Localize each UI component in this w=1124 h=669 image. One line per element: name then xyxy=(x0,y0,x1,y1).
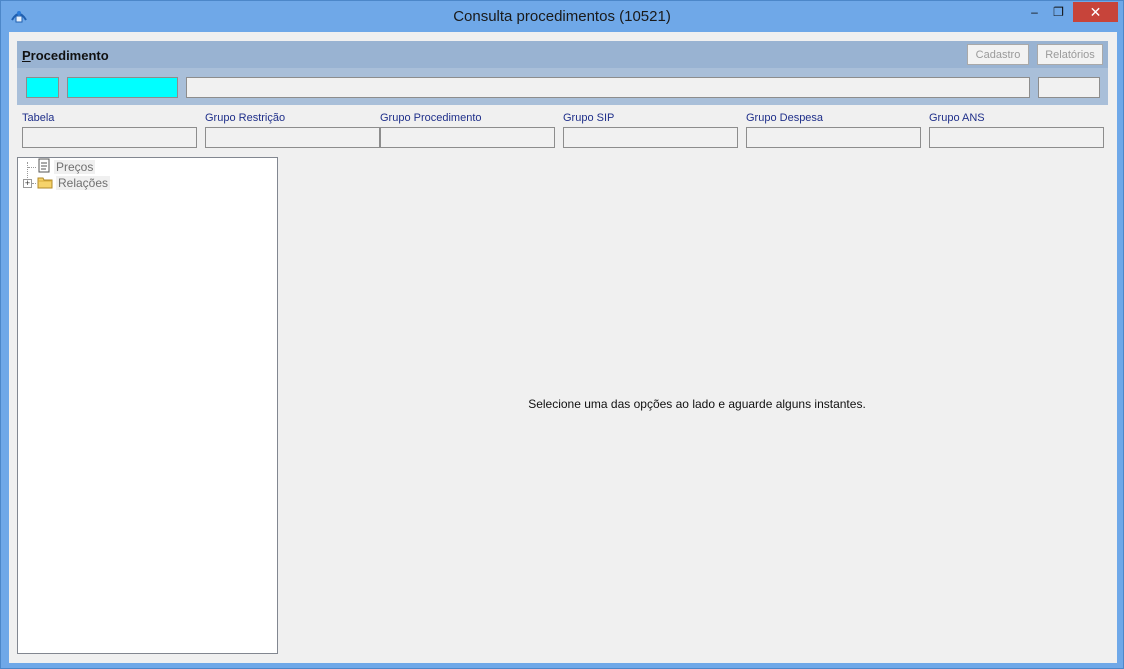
tree-item-label: Relações xyxy=(56,176,111,190)
expand-icon[interactable]: + xyxy=(23,179,32,188)
procedimento-title-rest: rocedimento xyxy=(30,48,109,63)
grupo-ans-field[interactable] xyxy=(929,127,1104,148)
grupo-restricao-label: Grupo Restrição xyxy=(205,112,286,124)
procedimento-header: Procedimento Cadastro Relatórios xyxy=(17,41,1108,68)
window-title: Consulta procedimentos (10521) xyxy=(453,8,671,25)
instruction-message: Selecione uma das opções ao lado e aguar… xyxy=(528,397,866,411)
group-fields-row: Tabela Grupo Restrição Grupo Procediment… xyxy=(17,112,1108,154)
tree-item-precos[interactable]: Preços xyxy=(37,158,96,176)
group-sip: Grupo SIP xyxy=(563,112,738,148)
group-ans: Grupo ANS xyxy=(929,112,1104,148)
procedimento-title: Procedimento xyxy=(22,48,109,63)
close-button[interactable]: ✕ xyxy=(1073,2,1118,22)
procedimento-panel: Procedimento Cadastro Relatórios xyxy=(17,41,1108,105)
tabela-field[interactable] xyxy=(22,127,197,148)
minimize-icon: – xyxy=(1031,5,1038,19)
grupo-sip-field[interactable] xyxy=(563,127,738,148)
title-bar[interactable]: Consulta procedimentos (10521) – ❐ ✕ xyxy=(1,1,1123,32)
tree-item-label: Preços xyxy=(54,160,96,174)
cadastro-button[interactable]: Cadastro xyxy=(967,44,1029,65)
app-window: Consulta procedimentos (10521) – ❐ ✕ Pro… xyxy=(0,0,1124,669)
tree-item-relacoes[interactable]: Relações xyxy=(37,175,111,192)
grupo-procedimento-label: Grupo Procedimento xyxy=(380,112,482,124)
restore-icon: ❐ xyxy=(1053,5,1064,19)
procedimento-number-field[interactable] xyxy=(67,77,178,98)
grupo-ans-label: Grupo ANS xyxy=(929,112,985,124)
client-area: Procedimento Cadastro Relatórios Tabela … xyxy=(9,32,1117,663)
procedimento-extra-field[interactable] xyxy=(1038,77,1100,98)
grupo-despesa-field[interactable] xyxy=(746,127,921,148)
folder-icon xyxy=(37,175,53,192)
close-icon: ✕ xyxy=(1089,3,1102,20)
procedimento-title-accelerator: P xyxy=(22,48,31,63)
minimize-button[interactable]: – xyxy=(1021,2,1048,22)
group-despesa: Grupo Despesa xyxy=(746,112,921,148)
relatorios-button[interactable]: Relatórios xyxy=(1037,44,1103,65)
group-tabela: Tabela xyxy=(22,112,197,148)
group-restricao: Grupo Restrição xyxy=(205,112,380,148)
tree-connector-line xyxy=(32,183,36,184)
group-procedimento: Grupo Procedimento xyxy=(380,112,555,148)
options-tree[interactable]: Preços + Relações xyxy=(17,157,278,654)
grupo-despesa-label: Grupo Despesa xyxy=(746,112,824,124)
tree-connector-line xyxy=(28,167,36,168)
procedimento-description-field[interactable] xyxy=(186,77,1030,98)
procedimento-code-field[interactable] xyxy=(26,77,59,98)
grupo-restricao-field[interactable] xyxy=(205,127,380,148)
grupo-sip-label: Grupo SIP xyxy=(563,112,615,124)
tabela-label: Tabela xyxy=(22,112,55,124)
grupo-procedimento-field[interactable] xyxy=(380,127,555,148)
maximize-button[interactable]: ❐ xyxy=(1045,2,1072,22)
document-icon xyxy=(37,158,51,176)
